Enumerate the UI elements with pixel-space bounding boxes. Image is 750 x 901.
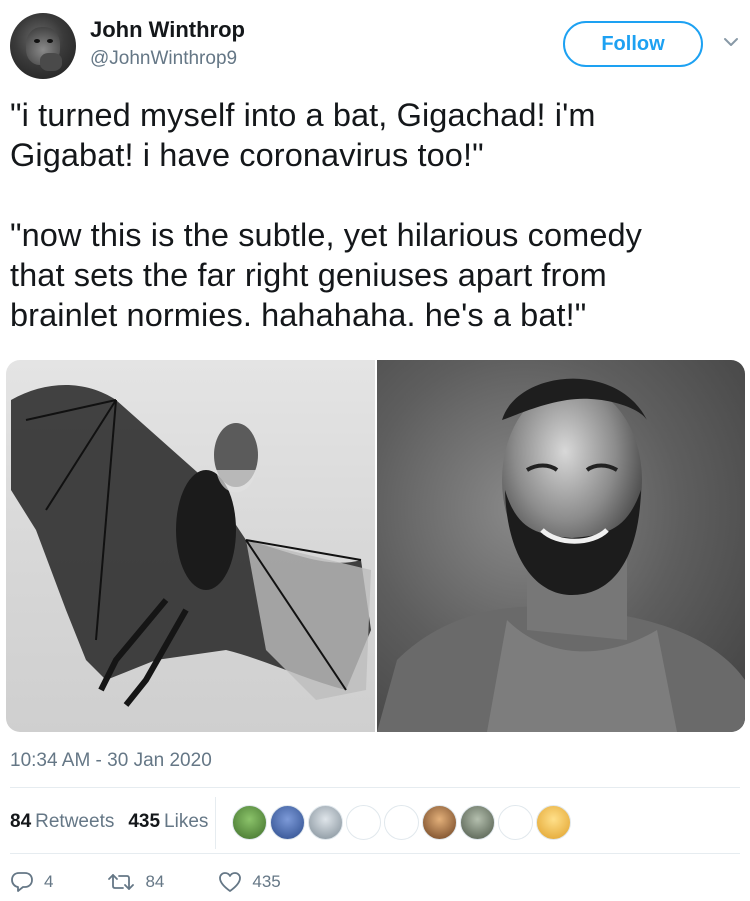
liker-avatar[interactable] [460,804,495,840]
tweet-line: "now this is the subtle, yet hilarious c… [10,217,643,253]
tweet-text: "i turned myself into a bat, Gigachad! i… [10,95,738,335]
stats-separator [215,797,216,849]
liker-avatar[interactable] [498,804,533,840]
avatar-eye-right [47,39,53,43]
likes-label: Likes [164,811,209,832]
follow-button[interactable]: Follow [563,21,703,67]
likes-stat[interactable]: 435 Likes [128,811,208,833]
liker-avatar[interactable] [384,804,419,840]
reply-button[interactable]: 4 [10,871,53,893]
heart-icon [219,872,242,892]
liker-avatar[interactable] [270,804,305,840]
divider [10,853,740,854]
liker-avatar[interactable] [346,804,381,840]
chevron-down-icon[interactable] [720,33,742,51]
gigabat-image[interactable] [6,360,375,732]
avatar-eye-left [34,39,40,43]
tweet-line: Gigabat! i have coronavirus too!" [10,137,484,173]
display-name[interactable]: John Winthrop [90,17,245,43]
retweet-icon [108,874,135,890]
retweets-stat[interactable]: 84 Retweets [10,811,114,833]
reply-icon [11,872,33,892]
user-handle[interactable]: @JohnWinthrop9 [90,48,237,70]
tweet-stats: 84 Retweets 435 Likes [10,805,222,839]
liker-avatars [232,802,574,842]
retweet-count: 84 [145,872,165,891]
liker-avatar[interactable] [422,804,457,840]
tweet-line: that sets the far right geniuses apart f… [10,257,607,293]
divider [10,787,740,788]
likes-count: 435 [128,811,161,832]
tweet-media [6,360,745,732]
avatar-hand [40,53,62,71]
tweet-line: brainlet normies. hahahaha. he's a bat!" [10,297,587,333]
tweet-header: John Winthrop @JohnWinthrop9 Follow [0,0,750,82]
like-count: 435 [252,872,281,891]
gigachad-image[interactable] [376,360,745,732]
user-avatar[interactable] [10,13,76,79]
retweets-label: Retweets [35,811,115,832]
reply-count: 4 [44,872,54,891]
like-button[interactable]: 435 [218,871,281,893]
liker-avatar[interactable] [308,804,343,840]
bat-man-photo-icon [11,385,371,707]
liker-avatar[interactable] [536,804,571,840]
tweet-actions: 4 84 435 [10,865,335,899]
liker-avatar[interactable] [232,804,267,840]
man-portrait-photo-icon [376,378,745,732]
retweet-button[interactable]: 84 [107,871,164,893]
tweet-timestamp[interactable]: 10:34 AM - 30 Jan 2020 [10,750,212,772]
tweet-line: "i turned myself into a bat, Gigachad! i… [10,97,596,133]
retweets-count: 84 [10,811,32,832]
